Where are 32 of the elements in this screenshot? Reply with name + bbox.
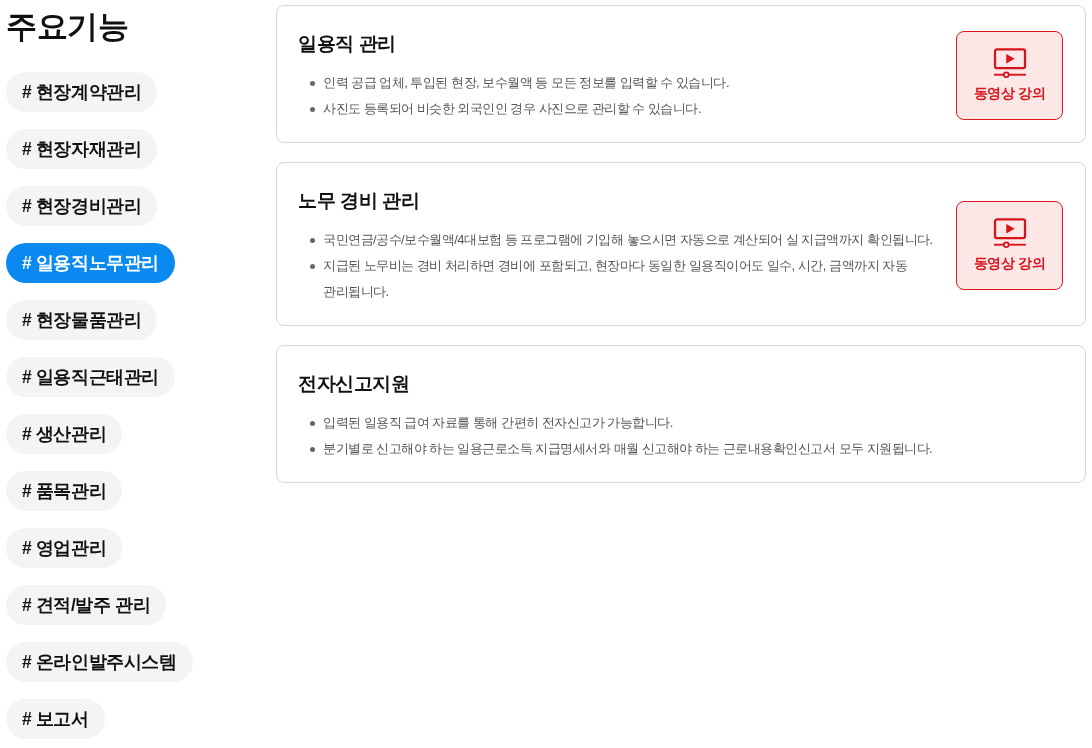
category-tag[interactable]: # 품목관리 [6,471,123,511]
bullet-icon [310,421,315,426]
category-tag[interactable]: # 견적/발주 관리 [6,585,167,625]
section-title: 주요기능 [6,8,128,46]
category-tag[interactable]: # 일용직근태관리 [6,357,175,397]
feature-description: 국민연금/공수/보수월액/4대보험 등 프로그램에 기입해 놓으시면 자동으로 계산되어 실 지급액까지 확인됩니다. [323,231,933,249]
feature-title: 노무 경비 관리 [298,189,421,213]
bullet-icon [310,447,315,452]
bullet-icon [310,238,315,243]
feature-description: 인력 공급 업체, 투입된 현장, 보수월액 등 모든 정보를 입력할 수 있습니다. [323,74,730,92]
feature-title: 전자신고지원 [298,372,411,396]
video-lecture-button[interactable]: 동영상 강의 [956,200,1063,290]
bullet-icon [310,81,315,86]
category-tag[interactable]: # 현장물품관리 [6,300,158,340]
bullet-icon [310,107,315,112]
category-tag[interactable]: # 현장경비관리 [6,186,158,226]
category-tag[interactable]: # 온라인발주시스템 [6,642,193,682]
category-tag[interactable]: # 영업관리 [6,528,123,568]
category-tag[interactable]: # 현장계약관리 [6,72,158,112]
feature-description: 지급된 노무비는 경비 처리하면 경비에 포함되고, 현장마다 동일한 일용직이어도 일수, 시간, 금액까지 자동 관리됩니다. [323,257,909,301]
video-player-icon [992,47,1027,78]
feature-description: 입력된 일용직 급여 자료를 통해 간편히 전자신고가 가능합니다. [323,414,673,432]
feature-description: 분기별로 신고해야 하는 일용근로소득 지급명세서와 매월 신고해야 하는 근로내용확인신고서 모두 지원됩니다. [323,440,933,458]
video-player-icon [992,217,1027,248]
category-tag[interactable]: # 보고서 [6,699,105,739]
category-tag[interactable]: # 일용직노무관리 [6,243,175,283]
video-lecture-button[interactable]: 동영상 강의 [956,30,1063,120]
category-tag[interactable]: # 현장자재관리 [6,129,158,169]
feature-title: 일용직 관리 [298,32,397,56]
feature-description: 사진도 등록되어 비슷한 외국인인 경우 사진으로 관리할 수 있습니다. [323,100,701,118]
bullet-icon [310,264,315,269]
category-tag[interactable]: # 생산관리 [6,414,123,454]
